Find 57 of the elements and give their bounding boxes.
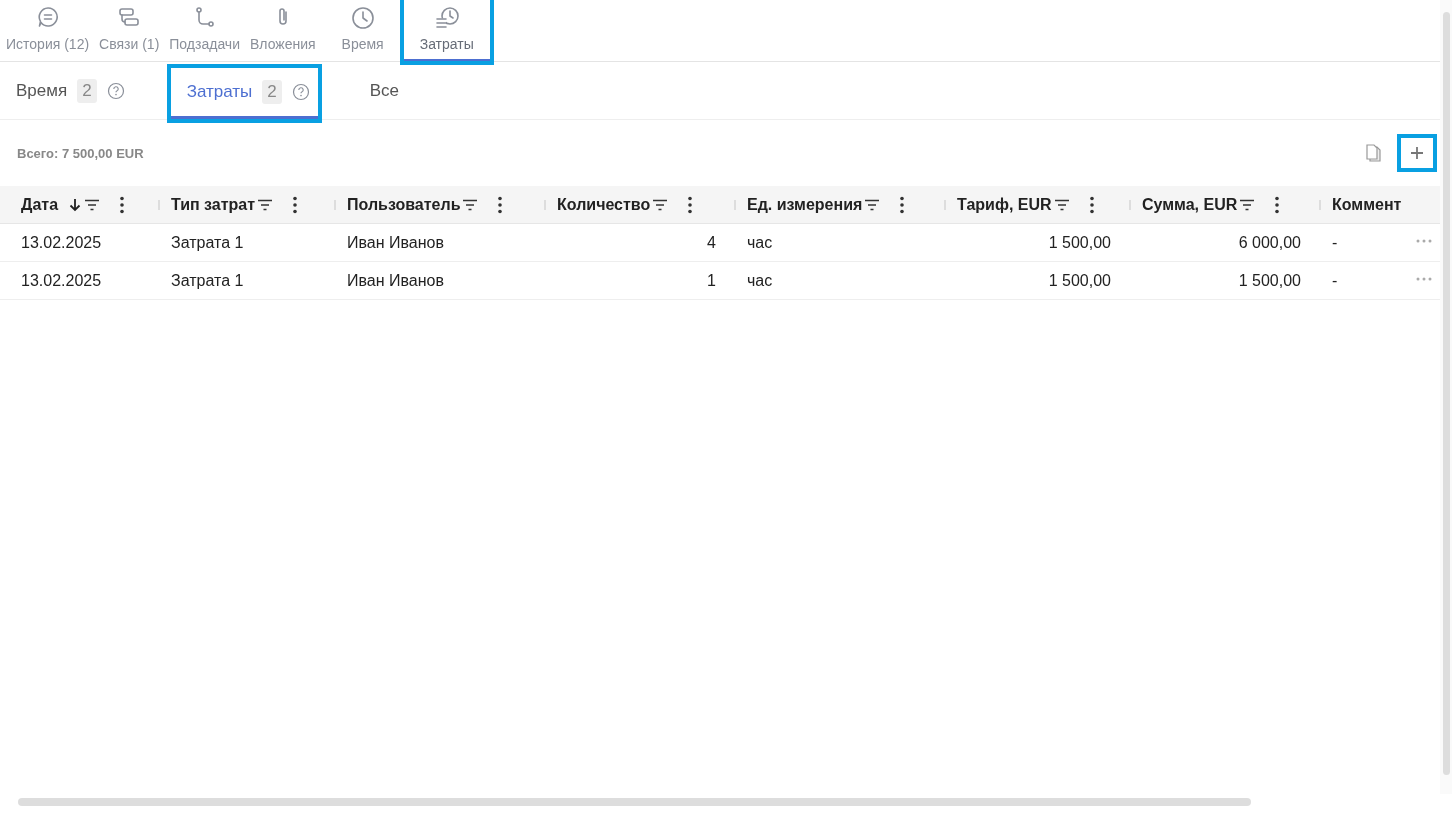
- branch-icon: [193, 6, 216, 30]
- table-cell: 1 500,00: [1048, 233, 1111, 252]
- table-cell: Иван Иванов: [347, 233, 444, 252]
- scrollbar-thumb[interactable]: [1443, 12, 1450, 775]
- table-cell: 4: [707, 233, 716, 252]
- sort-down-icon[interactable]: [68, 197, 83, 212]
- filter-icon[interactable]: [652, 198, 669, 211]
- tab[interactable]: Все: [369, 62, 408, 119]
- tab[interactable]: Затраты 2: [170, 68, 318, 119]
- count-badge: 2: [77, 78, 97, 103]
- more-vertical-icon[interactable]: [120, 195, 125, 214]
- column-header[interactable]: Количество: [557, 195, 651, 214]
- filter-icon[interactable]: [864, 198, 881, 211]
- more-vertical-icon[interactable]: [293, 195, 298, 214]
- table-cell: Иван Иванов: [347, 271, 444, 290]
- help-icon[interactable]: [291, 83, 310, 101]
- total-amount: Всего: 7 500,00 EUR: [17, 145, 145, 161]
- help-icon[interactable]: [106, 81, 125, 100]
- column-header[interactable]: Дата: [21, 195, 59, 214]
- column-header[interactable]: Ед. измерения: [747, 195, 863, 214]
- table-cell: -: [1332, 271, 1338, 290]
- speech-bubble-icon: [36, 6, 59, 30]
- filter-icon[interactable]: [257, 198, 274, 211]
- filter-icon[interactable]: [1053, 198, 1070, 211]
- more-vertical-icon[interactable]: [688, 195, 693, 214]
- filter-icon[interactable]: [1239, 198, 1256, 211]
- filter-icon[interactable]: [462, 198, 479, 211]
- table-cell: 1 500,00: [1238, 271, 1301, 290]
- add-button[interactable]: [1397, 134, 1437, 172]
- clock-icon: [350, 6, 375, 30]
- column-header[interactable]: Тариф, EUR: [957, 195, 1052, 214]
- table-cell: Затрата 1: [171, 233, 244, 252]
- table-cell: час: [747, 271, 773, 290]
- table-cell: Затрата 1: [171, 271, 244, 290]
- clock-list-icon: [433, 6, 460, 30]
- column-header[interactable]: Сумма, EUR: [1142, 195, 1238, 214]
- tab[interactable]: Время 2: [16, 62, 133, 119]
- scrollbar-thumb[interactable]: [18, 798, 1251, 806]
- more-vertical-icon[interactable]: [900, 195, 905, 214]
- count-badge: 2: [262, 80, 282, 104]
- column-header[interactable]: Пользователь: [347, 195, 461, 214]
- table-cell: 6 000,00: [1238, 233, 1301, 252]
- column-header[interactable]: Тип затрат: [171, 195, 256, 214]
- table-cell: -: [1332, 233, 1338, 252]
- column-header[interactable]: Коммент: [1332, 195, 1402, 214]
- filter-icon[interactable]: [84, 198, 101, 211]
- plus-icon: [1410, 146, 1424, 160]
- table-cell: 13.02.2025: [21, 233, 102, 252]
- vertical-scrollbar[interactable]: [1440, 0, 1452, 794]
- table-cell: час: [747, 233, 773, 252]
- table-cell: 1 500,00: [1048, 271, 1111, 290]
- table-cell: 13.02.2025: [21, 271, 102, 290]
- more-vertical-icon[interactable]: [498, 195, 503, 214]
- more-vertical-icon[interactable]: [1089, 195, 1094, 214]
- table-cell: 1: [707, 271, 716, 290]
- tab[interactable]: Затраты: [403, 0, 490, 61]
- more-vertical-icon[interactable]: [1275, 195, 1280, 214]
